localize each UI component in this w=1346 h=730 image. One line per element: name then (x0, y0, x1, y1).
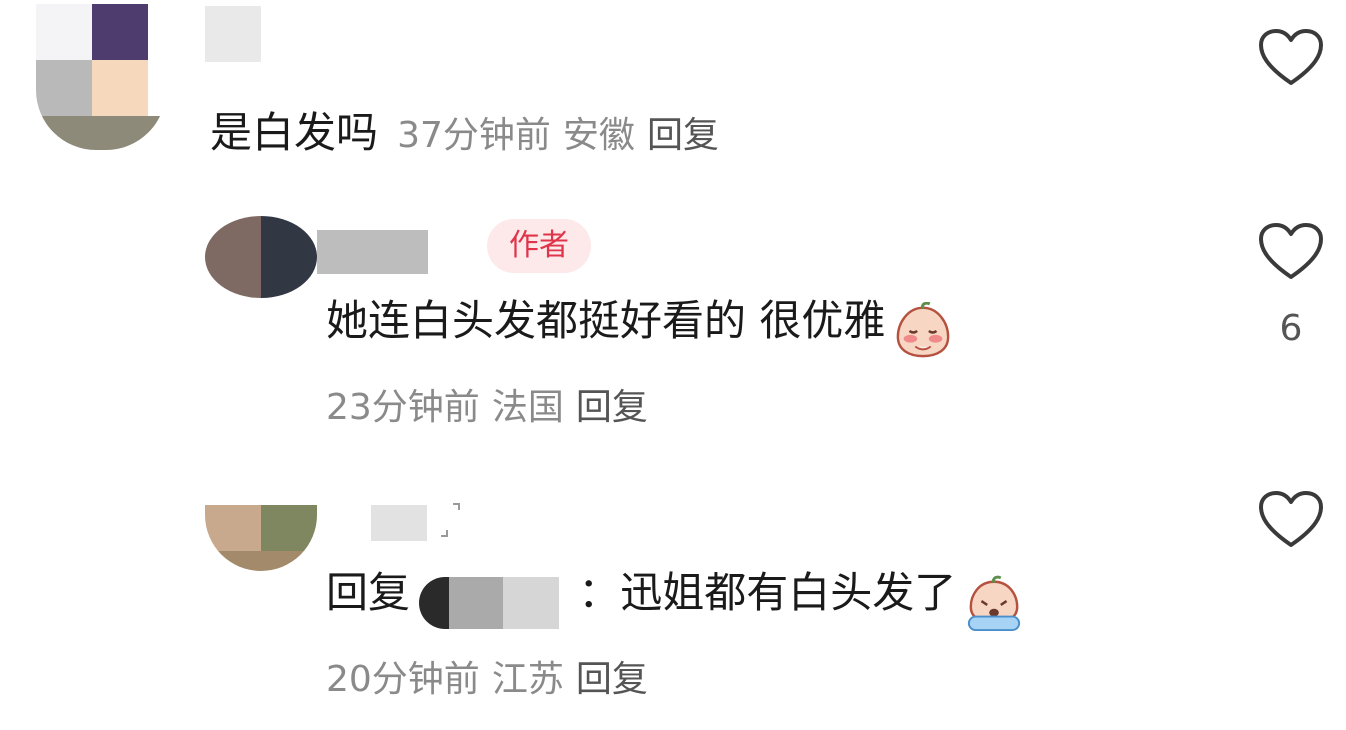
comment-time: 23分钟前 (326, 387, 480, 428)
avatar[interactable] (205, 505, 317, 571)
reply-button[interactable]: 回复 (576, 387, 648, 428)
corner-mark-icon (441, 503, 460, 537)
username-blurred[interactable] (205, 6, 261, 62)
reply-button[interactable]: 回复 (576, 659, 648, 700)
like-count: 6 (1279, 308, 1303, 349)
username-blurred[interactable] (371, 505, 427, 541)
avatar-blur-block (36, 116, 166, 150)
avatar-blur-block (205, 505, 261, 551)
heart-icon (1259, 29, 1323, 85)
avatar-blur-block (261, 216, 317, 298)
reply-prefix: 回复 (326, 568, 411, 617)
mentioned-user-blurred[interactable] (419, 576, 569, 629)
like-button[interactable] (1258, 222, 1324, 282)
avatar-blur-block (261, 505, 317, 551)
username-blurred[interactable] (317, 230, 428, 274)
comment-location: 法国 (491, 387, 564, 428)
avatar-blur-block (205, 216, 261, 298)
shy-face-emoji-icon (897, 301, 950, 357)
comment-location: 安徽 (562, 115, 635, 156)
author-tag: 作者 (487, 219, 591, 273)
avatar-blur-block (92, 4, 148, 60)
comment-text: 她连白头发都挺好看的 很优雅 (326, 296, 886, 345)
comment-meta: 37分钟前 安徽 回复 (397, 115, 731, 156)
comment-body: 是白发吗 37分钟前 安徽 回复 (210, 112, 731, 154)
comment-time: 20分钟前 (326, 659, 480, 700)
username-corner-mark (433, 500, 461, 540)
heart-icon (1259, 491, 1323, 547)
like-button[interactable] (1258, 490, 1324, 550)
comment-text: 是白发吗 (210, 108, 379, 157)
comment-body: 回复 ：迅姐都有白头发了 (326, 572, 1023, 632)
avatar-blur-block (92, 60, 148, 116)
heart-icon (1259, 223, 1323, 279)
avatar-blur-block (36, 4, 92, 60)
comment-meta: 23分钟前 法国 回复 (326, 390, 660, 426)
avatar-blur-block (36, 60, 92, 116)
crying-face-emoji-icon (968, 575, 1021, 631)
comment-time: 37分钟前 (397, 115, 551, 156)
reply-button[interactable]: 回复 (647, 115, 719, 156)
avatar[interactable] (205, 216, 317, 298)
comment-meta: 20分钟前 江苏 回复 (326, 662, 660, 698)
avatar[interactable] (36, 4, 166, 150)
avatar-blur-block (205, 551, 317, 571)
comment-text: ：迅姐都有白头发了 (578, 568, 957, 617)
like-button[interactable] (1258, 28, 1324, 88)
comment-body: 她连白头发都挺好看的 很优雅 (326, 300, 952, 360)
comment-location: 江苏 (491, 659, 564, 700)
